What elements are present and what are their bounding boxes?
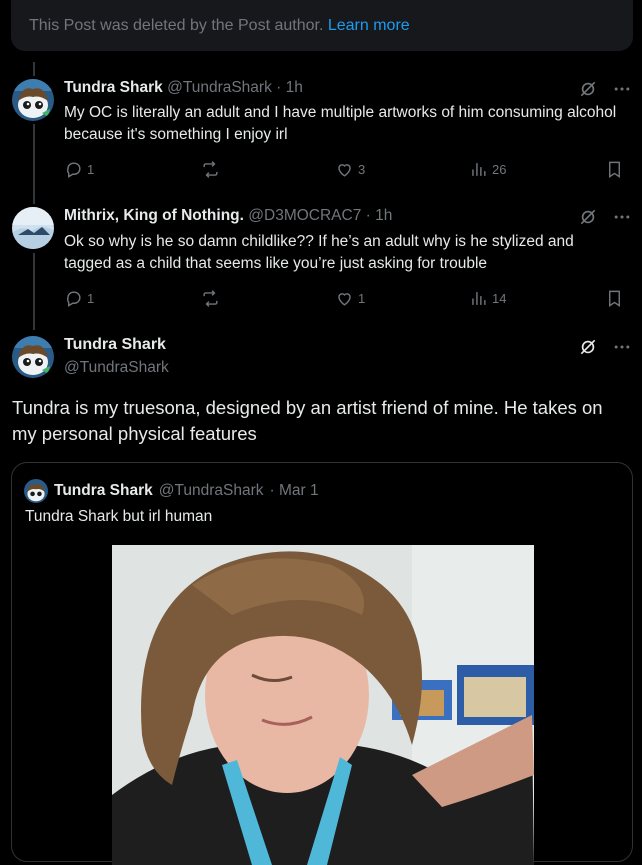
repost-button[interactable] [201,289,224,308]
post-top-icons [578,337,632,357]
author-handle: @TundraShark [158,482,264,499]
thread-line [33,124,35,204]
bookmark-button[interactable] [605,160,624,179]
post-actions: 1 3 26 [64,160,624,182]
thread-line [33,62,35,76]
author-name[interactable]: Mithrix, King of Nothing. [64,207,244,224]
author-name: Tundra Shark [54,482,153,499]
avatar[interactable] [12,336,54,378]
post-top-icons [578,79,632,99]
post-text: My OC is literally an adult and I have m… [64,104,617,143]
post-photo[interactable] [112,545,534,865]
avatar[interactable] [12,79,54,121]
learn-more-link[interactable]: Learn more [328,17,410,34]
like-count: 1 [358,291,366,306]
views-count: 26 [492,162,507,177]
more-icon[interactable] [612,207,632,227]
reply-button[interactable]: 1 [64,289,94,308]
quoted-post[interactable]: Tundra Shark @TundraShark · Mar 1 Tundra… [11,462,633,865]
post-time: · Mar 1 [269,482,319,499]
quoted-post-text: Tundra Shark but irl human [25,508,213,525]
post-time[interactable]: · 1h [276,79,303,96]
post-time[interactable]: · 1h [366,207,393,224]
views-button[interactable]: 26 [469,160,506,179]
bookmark-button[interactable] [605,289,624,308]
more-icon[interactable] [612,79,632,99]
repost-icon [203,290,218,307]
grok-icon[interactable] [578,337,598,357]
author-name[interactable]: Tundra Shark [64,79,163,96]
grok-icon[interactable] [578,79,598,99]
quoted-post-header: Tundra Shark @TundraShark · Mar 1 [24,479,319,503]
post-header: Tundra Shark @TundraShark · 1h [64,79,303,97]
post-top-icons [578,207,632,227]
avatar[interactable] [12,207,54,249]
repost-icon [203,161,218,178]
post-text: Ok so why is he so damn childlike?? If h… [64,233,574,272]
author-name[interactable]: Tundra Shark [64,336,166,354]
post-text: Tundra is my truesona, designed by an ar… [12,397,603,444]
reply-count: 1 [87,162,95,177]
author-handle[interactable]: @TundraShark [167,79,272,96]
reply-count: 1 [87,291,95,306]
like-button[interactable]: 1 [335,289,365,308]
views-icon [472,292,486,305]
author-handle[interactable]: @D3MOCRAC7 [248,207,361,224]
avatar [24,479,48,503]
views-count: 14 [492,291,507,306]
deleted-notice-text: This Post was deleted by the Post author… [29,17,324,34]
thread-line [33,253,35,330]
repost-button[interactable] [201,160,224,179]
reply-icon [67,162,81,178]
more-icon[interactable] [612,337,632,357]
author-handle[interactable]: @TundraShark [64,359,169,377]
post-actions: 1 1 14 [64,289,624,311]
bookmark-icon [609,161,620,178]
like-button[interactable]: 3 [335,160,365,179]
like-count: 3 [358,162,366,177]
bookmark-icon [609,290,620,307]
heart-icon [338,293,351,306]
views-icon [472,163,486,176]
deleted-post-notice: This Post was deleted by the Post author… [11,0,633,51]
views-button[interactable]: 14 [469,289,506,308]
reply-icon [67,291,81,307]
reply-button[interactable]: 1 [64,160,94,179]
post-header: Mithrix, King of Nothing. @D3MOCRAC7 · 1… [64,207,392,225]
grok-icon[interactable] [578,207,598,227]
heart-icon [338,164,351,177]
